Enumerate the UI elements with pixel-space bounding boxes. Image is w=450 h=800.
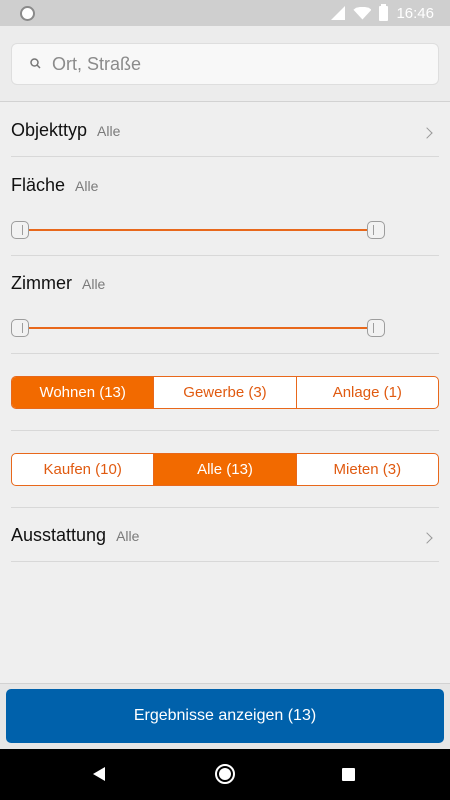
search-input[interactable] [52, 44, 422, 84]
search-icon [30, 58, 41, 69]
zimmer-slider-max-handle[interactable] [367, 319, 385, 337]
segment-alle[interactable]: Alle (13) [154, 454, 297, 485]
home-icon[interactable] [215, 764, 235, 784]
zimmer-slider-min-handle[interactable] [11, 319, 29, 337]
ausstattung-value: Alle [116, 528, 140, 544]
objekttyp-title: Objekttyp [11, 120, 88, 140]
segment-kaufen[interactable]: Kaufen (10) [12, 454, 155, 485]
type-segmented-control: Kaufen (10) Alle (13) Mieten (3) [11, 453, 439, 486]
flaeche-slider[interactable] [11, 220, 385, 240]
ausstattung-title: Ausstattung [11, 525, 107, 545]
divider [11, 255, 439, 256]
battery-icon [379, 3, 389, 21]
flaeche-row: Fläche Alle [11, 175, 439, 201]
show-results-button[interactable]: Ergebnisse anzeigen (13) [6, 689, 444, 743]
system-navigation-bar [0, 749, 450, 800]
segment-wohnen[interactable]: Wohnen (13) [12, 377, 155, 408]
notification-icon [20, 6, 35, 21]
segment-anlage[interactable]: Anlage (1) [297, 377, 438, 408]
flaeche-title: Fläche [11, 175, 66, 195]
category-segmented-control: Wohnen (13) Gewerbe (3) Anlage (1) [11, 376, 439, 409]
status-time: 16:46 [396, 4, 434, 22]
search-box[interactable] [11, 43, 439, 85]
bottom-action-bar: Ergebnisse anzeigen (13) [0, 683, 450, 749]
divider [11, 156, 439, 157]
divider [11, 507, 439, 508]
zimmer-title: Zimmer [11, 273, 72, 293]
wifi-icon [353, 6, 372, 20]
signal-icon [331, 6, 346, 20]
flaeche-value: Alle [75, 178, 99, 194]
zimmer-slider[interactable] [11, 318, 385, 338]
objekttyp-value: Alle [97, 123, 121, 139]
divider [11, 430, 439, 431]
divider [11, 561, 439, 562]
flaeche-slider-track [25, 229, 371, 231]
zimmer-value: Alle [82, 276, 106, 292]
search-area [0, 26, 450, 102]
flaeche-slider-max-handle[interactable] [367, 221, 385, 239]
chevron-right-icon [421, 127, 433, 139]
segment-gewerbe[interactable]: Gewerbe (3) [154, 377, 297, 408]
segment-mieten[interactable]: Mieten (3) [297, 454, 438, 485]
zimmer-slider-track [25, 327, 371, 329]
zimmer-row: Zimmer Alle [11, 273, 439, 299]
back-icon[interactable] [93, 767, 105, 781]
chevron-right-icon [421, 532, 433, 544]
flaeche-slider-min-handle[interactable] [11, 221, 29, 239]
recent-apps-icon[interactable] [342, 768, 355, 781]
status-icons: 16:46 [331, 0, 434, 26]
ausstattung-row[interactable]: Ausstattung Alle [11, 525, 439, 551]
divider [11, 353, 439, 354]
status-bar: 16:46 [0, 0, 450, 26]
objekttyp-row[interactable]: Objekttyp Alle [11, 120, 439, 146]
